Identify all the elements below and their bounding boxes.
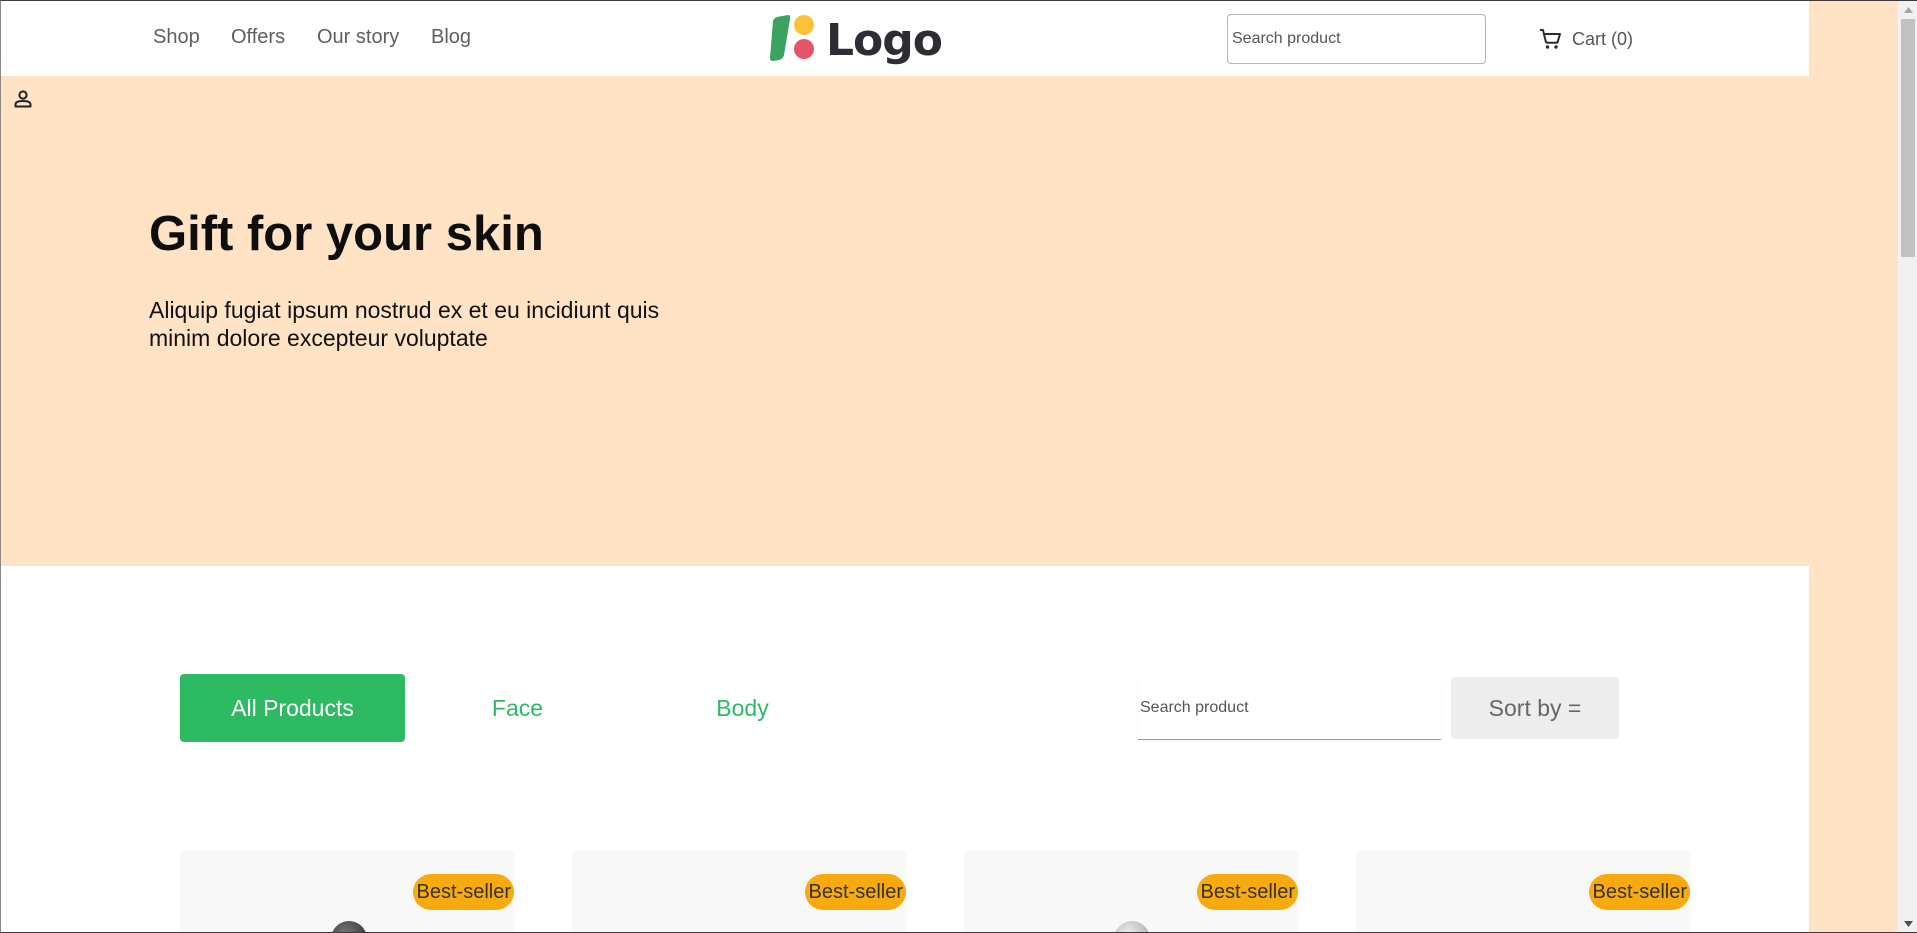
header-search-input[interactable] [1227,14,1486,64]
product-image [1114,921,1150,932]
nav-our-story-link[interactable]: Our story [317,26,399,49]
hero-banner: Gift for your skin Aliquip fugiat ipsum … [1,76,1809,566]
nav-shop-link[interactable]: Shop [153,26,200,49]
account-button[interactable] [13,89,33,114]
tab-all-products[interactable]: All Products [180,674,405,742]
logo-mark-icon [770,15,814,61]
scroll-up-arrow-icon[interactable] [1898,1,1917,18]
vertical-scrollbar[interactable] [1898,1,1917,932]
site-logo[interactable]: Logo [769,13,943,66]
cart-label: Cart (0) [1572,28,1634,49]
nav-offers-link[interactable]: Offers [231,26,285,49]
product-card[interactable]: Best-seller [964,851,1298,932]
product-card[interactable]: Best-seller [1356,851,1690,932]
product-card[interactable]: Best-seller [180,851,514,932]
person-icon [14,90,32,108]
product-image [331,921,367,932]
hero-subtitle: Aliquip fugiat ipsum nostrud ex et eu in… [149,297,660,351]
sort-by-button[interactable]: Sort by = [1451,677,1619,739]
scrollbar-thumb[interactable] [1901,19,1915,257]
logo-text: Logo [826,15,943,66]
scroll-down-arrow-icon[interactable] [1898,915,1917,932]
best-seller-badge: Best-seller [412,874,514,910]
nav-blog-link[interactable]: Blog [431,26,471,49]
cart-icon [1540,29,1561,49]
cart-button[interactable]: Cart (0) [1538,26,1633,52]
product-search-input[interactable] [1138,677,1441,740]
tab-body[interactable]: Body [630,674,855,742]
hero-title: Gift for your skin [149,207,544,261]
best-seller-badge: Best-seller [804,874,906,910]
browser-viewport: Shop Offers Our story Blog Logo C [0,0,1917,933]
page: Shop Offers Our story Blog Logo C [1,1,1809,932]
product-card[interactable]: Best-seller [572,851,906,932]
tab-face[interactable]: Face [405,674,630,742]
best-seller-badge: Best-seller [1196,874,1298,910]
best-seller-badge: Best-seller [1588,874,1690,910]
site-header: Shop Offers Our story Blog Logo C [1,1,1809,76]
